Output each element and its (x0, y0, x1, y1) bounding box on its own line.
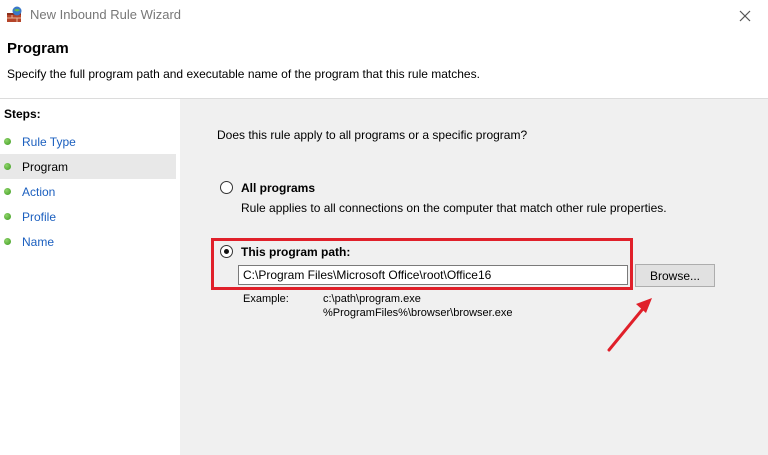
browse-button[interactable]: Browse... (635, 264, 715, 287)
scope-question: Does this rule apply to all programs or … (217, 128, 528, 142)
all-programs-radio[interactable] (220, 181, 233, 194)
close-button[interactable] (722, 0, 768, 32)
steps-header: Steps: (4, 107, 41, 121)
step-profile[interactable]: Profile (0, 204, 176, 229)
program-path-input[interactable] (238, 265, 628, 285)
page-title: Program (7, 40, 69, 57)
program-path-radio[interactable] (220, 245, 233, 258)
steps-pane: Steps: Rule Type Program Action Profile … (0, 99, 180, 455)
example-line: %ProgramFiles%\browser\browser.exe (323, 307, 513, 319)
step-status-icon (4, 213, 11, 220)
step-label: Program (22, 159, 69, 174)
steps-list: Rule Type Program Action Profile Name (0, 129, 176, 254)
wizard-header: Program Specify the full program path an… (0, 32, 768, 99)
all-programs-description: Rule applies to all connections on the c… (241, 201, 667, 215)
all-programs-label[interactable]: All programs (241, 181, 315, 195)
step-name[interactable]: Name (0, 229, 176, 254)
step-status-icon (4, 238, 11, 245)
step-action[interactable]: Action (0, 179, 176, 204)
step-label: Action (22, 184, 56, 199)
program-path-label[interactable]: This program path: (241, 245, 350, 259)
step-label: Rule Type (22, 134, 76, 149)
step-status-icon (4, 188, 11, 195)
window-title: New Inbound Rule Wizard (30, 7, 182, 22)
step-rule-type[interactable]: Rule Type (0, 129, 176, 154)
page-description: Specify the full program path and execut… (7, 67, 480, 81)
step-label: Profile (22, 209, 57, 224)
firewall-wizard-icon (6, 6, 24, 24)
example-line: c:\path\program.exe (323, 293, 421, 305)
step-label: Name (22, 234, 55, 249)
step-program[interactable]: Program (0, 154, 176, 179)
step-status-icon (4, 138, 11, 145)
main-content: Does this rule apply to all programs or … (180, 99, 768, 455)
title-bar: New Inbound Rule Wizard (0, 0, 768, 32)
example-label: Example: (243, 293, 289, 305)
close-icon (739, 10, 751, 22)
step-status-icon (4, 163, 11, 170)
